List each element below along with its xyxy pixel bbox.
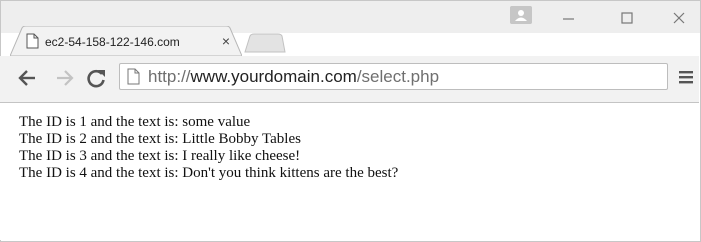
maximize-icon[interactable] — [612, 8, 642, 28]
hamburger-menu-icon[interactable] — [678, 68, 694, 86]
user-icon[interactable] — [510, 6, 532, 24]
result-line: The ID is 3 and the text is: I really li… — [19, 148, 301, 164]
page-text: The ID is 1 and the text is: some value … — [19, 114, 679, 182]
page-info-icon[interactable] — [127, 68, 140, 85]
result-line: The ID is 4 and the text is: Don't you t… — [19, 165, 399, 181]
page-icon — [26, 33, 39, 49]
forward-arrow-icon[interactable] — [54, 67, 76, 89]
result-line: The ID is 1 and the text is: some value — [19, 114, 251, 130]
tab-close-button[interactable]: × — [219, 33, 233, 49]
url-path: /select.php — [356, 67, 440, 86]
new-tab-button[interactable] — [244, 33, 286, 53]
url-text[interactable]: http://www.yourdomain.com/select.php — [148, 66, 648, 88]
close-icon[interactable] — [664, 8, 694, 28]
result-line: The ID is 2 and the text is: Little Bobb… — [19, 131, 301, 147]
url-scheme: http:// — [148, 67, 191, 86]
url-host: www.yourdomain.com — [190, 67, 357, 86]
reload-icon[interactable] — [85, 67, 107, 89]
back-arrow-icon[interactable] — [16, 67, 38, 89]
tab-title: ec2-54-158-122-146.com — [45, 35, 180, 49]
minimize-icon[interactable] — [554, 8, 584, 28]
